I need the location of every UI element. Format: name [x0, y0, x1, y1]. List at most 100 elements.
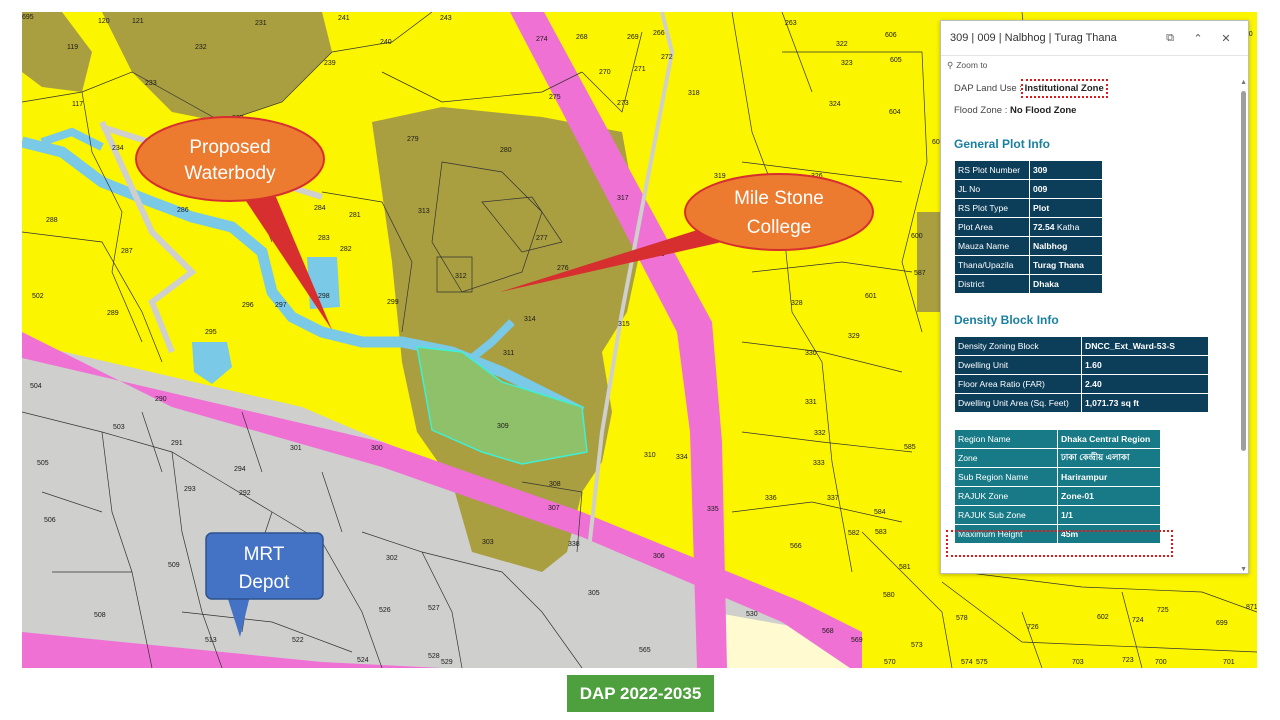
popup-title: 309 | 009 | Nalbhog | Turag Thana	[950, 32, 1117, 44]
plot-number-label: 287	[121, 248, 133, 255]
scrollbar[interactable]	[1241, 91, 1246, 451]
zoom-icon: ⚲	[947, 59, 954, 70]
plot-number-label: 506	[44, 517, 56, 524]
popup-header: 309 | 009 | Nalbhog | Turag Thana ⧉ ⌃ ✕	[941, 21, 1248, 56]
density-block-row: Dwelling Unit 1.60	[954, 355, 1209, 375]
plot-number-label: 263	[785, 20, 797, 27]
plot-number-label: 293	[184, 486, 196, 493]
plot-number-label: 580	[883, 592, 895, 599]
callout-bubble	[684, 173, 874, 251]
plot-number-label: 289	[107, 310, 119, 317]
zoom-to-button[interactable]: ⚲ Zoom to	[941, 56, 1248, 74]
plot-number-label: 701	[1223, 659, 1235, 666]
close-icon[interactable]: ✕	[1212, 32, 1240, 45]
general-plot-value: Plot	[1029, 198, 1103, 218]
plot-number-label: 308	[549, 481, 561, 488]
plot-number-label: 703	[1072, 659, 1084, 666]
general-plot-unit: Katha	[1056, 222, 1080, 232]
density-block-row: Dwelling Unit Area (Sq. Feet) 1,071.73 sq…	[954, 393, 1209, 413]
plot-number-label: 282	[340, 246, 352, 253]
land-use-label: DAP Land Use :	[954, 83, 1022, 94]
scroll-down-icon[interactable]: ▼	[1240, 566, 1247, 573]
plot-number-label: 328	[791, 300, 803, 307]
density-block-value: 1.60	[1081, 355, 1209, 375]
callout-text: College	[747, 217, 811, 238]
plot-number-label: 335	[707, 506, 719, 513]
plot-number-label: 295	[205, 329, 217, 336]
plot-number-label: 585	[904, 444, 916, 451]
density-block-row: Density Zoning Block DNCC_Ext_Ward-53-S	[954, 336, 1209, 356]
plot-number-label: 504	[30, 383, 42, 390]
flood-zone-label: Flood Zone :	[954, 105, 1008, 116]
plot-number-label: 305	[588, 590, 600, 597]
plot-number-label: 569	[851, 637, 863, 644]
plot-number-label: 871	[1246, 604, 1257, 611]
general-plot-value: Nalbhog	[1029, 236, 1103, 256]
plot-number-label: 286	[177, 207, 189, 214]
plot-number-label: 724	[1132, 617, 1144, 624]
plot-number-label: 695	[22, 14, 34, 21]
plot-number-label: 290	[155, 396, 167, 403]
plot-number-label: 526	[379, 607, 391, 614]
region-row: Region Name Dhaka Central Region	[954, 429, 1161, 449]
plot-number-label: 297	[275, 302, 287, 309]
general-plot-row: Plot Area 72.54 Katha	[954, 217, 1103, 237]
plot-number-label: 279	[407, 136, 419, 143]
density-block-table: Density Zoning Block DNCC_Ext_Ward-53-S Dw…	[954, 336, 1209, 413]
plot-number-label: 240	[380, 39, 392, 46]
region-table: Region Name Dhaka Central Region Zone ঢাকা …	[954, 429, 1161, 544]
region-row: Sub Region Name Harirampur	[954, 467, 1161, 487]
dock-icon[interactable]: ⧉	[1156, 32, 1184, 45]
scroll-up-icon[interactable]: ▲	[1240, 79, 1247, 86]
plot-number-label: 602	[1097, 614, 1109, 621]
general-plot-key: District	[954, 274, 1030, 294]
general-plot-row: District Dhaka	[954, 274, 1103, 294]
plot-number-label: 505	[37, 460, 49, 467]
region-value: Harirampur	[1057, 467, 1161, 487]
plot-number-label: 725	[1157, 607, 1169, 614]
general-plot-key: RS Plot Number	[954, 160, 1030, 180]
general-plot-info-title: General Plot Info	[954, 137, 1051, 151]
plot-number-label: 266	[653, 30, 665, 37]
density-block-value: 1,071.73 sq ft	[1081, 393, 1209, 413]
density-block-info-title: Density Block Info	[954, 313, 1059, 327]
density-block-value: 2.40	[1081, 374, 1209, 394]
plot-number-label: 723	[1122, 657, 1134, 664]
plot-number-label: 314	[524, 316, 536, 323]
general-plot-row: Thana/Upazila Turag Thana	[954, 255, 1103, 275]
plot-number-label: 234	[112, 145, 124, 152]
flood-zone-row: Flood Zone : No Flood Zone	[941, 100, 1248, 122]
density-block-key: Dwelling Unit Area (Sq. Feet)	[954, 393, 1082, 413]
general-plot-value: Dhaka	[1029, 274, 1103, 294]
plot-number-label: 574	[961, 659, 973, 666]
plot-number-label: 306	[653, 553, 665, 560]
plot-info-popup: 309 | 009 | Nalbhog | Turag Thana ⧉ ⌃ ✕ …	[940, 20, 1249, 574]
plot-number-label: 273	[617, 100, 629, 107]
plot-number-label: 513	[205, 637, 217, 644]
plot-number-label: 239	[324, 60, 336, 67]
plot-number-label: 291	[171, 440, 183, 447]
flood-zone-value: No Flood Zone	[1009, 105, 1077, 116]
plot-number-label: 243	[440, 15, 452, 22]
plot-number-label: 329	[848, 333, 860, 340]
plot-number-label: 301	[290, 445, 302, 452]
plot-number-label: 581	[899, 564, 911, 571]
plot-number-label: 313	[418, 208, 430, 215]
plot-number-label: 309	[497, 423, 509, 430]
plot-number-label: 582	[848, 530, 860, 537]
plot-number-label: 231	[255, 20, 267, 27]
plot-number-label: 283	[318, 235, 330, 242]
plot-number-label: 120	[98, 18, 110, 25]
plot-number-label: 700	[1155, 659, 1167, 666]
callout-text: Proposed	[189, 137, 270, 158]
plot-number-label: 294	[234, 466, 246, 473]
plot-number-label: 318	[688, 90, 700, 97]
plot-number-label: 601	[865, 293, 877, 300]
collapse-icon[interactable]: ⌃	[1184, 32, 1212, 45]
plot-number-label: 271	[634, 66, 646, 73]
plot-number-label: 508	[94, 612, 106, 619]
maximum-height-highlight	[946, 530, 1173, 557]
plot-number-label: 270	[599, 69, 611, 76]
region-key: RAJUK Sub Zone	[954, 505, 1058, 525]
region-value: Dhaka Central Region	[1057, 429, 1161, 449]
